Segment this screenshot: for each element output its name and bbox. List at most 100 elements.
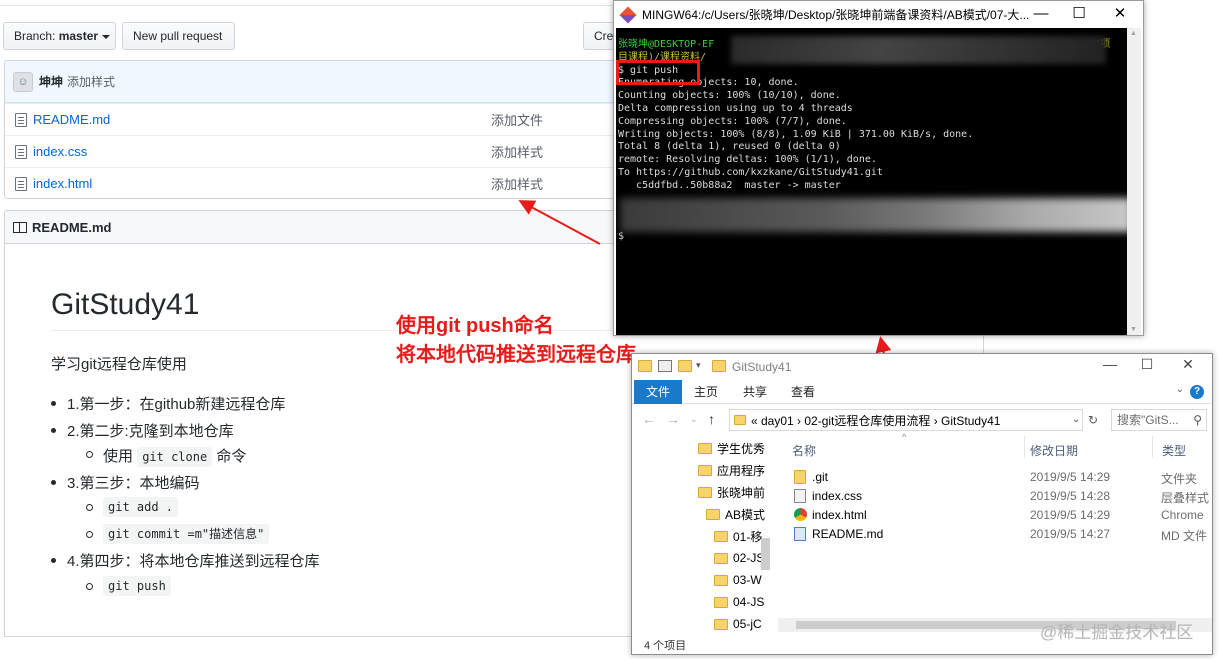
up-arrow-icon[interactable]: ↑: [708, 411, 715, 427]
list-item[interactable]: index.html 2019/9/5 14:29 Chrome: [792, 506, 1212, 525]
chevron-down-icon[interactable]: ⌄: [690, 414, 698, 425]
folder-icon: [714, 618, 728, 630]
column-header-name[interactable]: 名称: [792, 442, 816, 459]
highlight-box: [616, 60, 700, 85]
search-icon[interactable]: ⚲: [1193, 410, 1202, 430]
terminal-scrollbar[interactable]: [1127, 28, 1141, 335]
nav-item-label: 02-JS: [733, 551, 765, 565]
readme-header-label: README.md: [32, 219, 112, 235]
search-placeholder: 搜索"GitS...: [1117, 413, 1179, 427]
new-pull-request-button[interactable]: New pull request: [122, 22, 235, 50]
chrome-icon: [794, 508, 807, 521]
file-name[interactable]: index.css: [33, 144, 87, 159]
file-name[interactable]: README.md: [33, 112, 110, 127]
close-button[interactable]: ✕: [1102, 3, 1138, 25]
folder-icon: [698, 464, 712, 476]
explorer-titlebar[interactable]: ▾ GitStudy41 — ☐ ✕: [632, 354, 1212, 380]
folder-icon: [712, 360, 726, 372]
forward-arrow-icon[interactable]: →: [666, 411, 680, 427]
nav-item[interactable]: 04-JS: [714, 592, 764, 612]
file-date: 2019/9/5 14:28: [1030, 489, 1111, 503]
tab-share[interactable]: 共享: [743, 380, 767, 404]
column-divider[interactable]: [1024, 436, 1025, 458]
create-file-button[interactable]: Crea: [583, 22, 615, 50]
column-header-type[interactable]: 类型: [1162, 442, 1186, 459]
maximize-button[interactable]: ☐: [1131, 356, 1163, 373]
sub-item-text: 命令: [216, 448, 247, 465]
breadcrumb[interactable]: « day01 › 02-git远程仓库使用流程 › GitStudy41: [751, 412, 1000, 429]
chevron-down-icon[interactable]: ▾: [696, 360, 706, 372]
chevron-down-icon[interactable]: ⌄: [1072, 414, 1080, 425]
file-commit-message[interactable]: 添加样式: [491, 174, 543, 193]
nav-item[interactable]: AB模式: [706, 504, 765, 524]
nav-item[interactable]: 张晓坤前: [698, 482, 765, 502]
file-commit-message[interactable]: 添加样式: [491, 142, 543, 161]
inline-code: git add .: [103, 497, 179, 517]
file-name: .git: [812, 470, 829, 484]
terminal-line: $: [618, 230, 625, 242]
nav-item-label: 05-jC: [733, 617, 762, 631]
terminal-line: To https://github.com/kxzkane/GitStudy41…: [618, 166, 883, 178]
md-file-icon: [794, 527, 806, 541]
file-type: MD 文件: [1161, 529, 1207, 543]
watermark: @稀土掘金技术社区: [1040, 623, 1194, 642]
explorer-title: GitStudy41: [732, 360, 792, 374]
search-input[interactable]: 搜索"GitS... ⚲: [1111, 409, 1207, 431]
file-explorer-window: ▾ GitStudy41 — ☐ ✕ 文件 主页 共享 查看 ⌄ ? ← → ⌄…: [631, 353, 1213, 655]
back-arrow-icon[interactable]: ←: [642, 411, 656, 427]
help-icon[interactable]: ?: [1190, 385, 1204, 399]
commit-author[interactable]: 坤坤: [39, 73, 63, 90]
properties-icon[interactable]: [658, 360, 672, 372]
column-header-date[interactable]: 修改日期: [1030, 442, 1078, 459]
commit-message[interactable]: 添加样式: [67, 73, 115, 90]
tab-view[interactable]: 查看: [791, 380, 815, 404]
maximize-button[interactable]: ☐: [1061, 3, 1097, 25]
terminal-line: Compressing objects: 100% (7/7), done.: [618, 115, 847, 127]
nav-item[interactable]: 05-jC: [714, 614, 762, 632]
list-item[interactable]: index.css 2019/9/5 14:28 层叠样式: [792, 487, 1212, 506]
refresh-icon[interactable]: ↻: [1088, 413, 1098, 427]
tab-home[interactable]: 主页: [694, 380, 718, 404]
nav-item[interactable]: 03-W: [714, 570, 762, 590]
sub-list-item: git commit =m"描述信息": [85, 524, 270, 544]
tab-file[interactable]: 文件: [634, 380, 682, 404]
list-item: 3.第三步：本地编码: [51, 472, 200, 493]
status-bar-count: 4 个项目: [644, 640, 687, 652]
avatar[interactable]: ☺: [13, 71, 33, 92]
nav-item[interactable]: 01-移: [714, 526, 762, 546]
file-date: 2019/9/5 14:29: [1030, 470, 1111, 484]
branch-value: master: [58, 29, 99, 43]
folder-icon: [734, 415, 746, 425]
terminal-line: remote: Resolving deltas: 100% (1/1), do…: [618, 154, 877, 166]
terminal-line: c5ddfbd..50b88a2 master -> master: [618, 179, 841, 191]
column-divider[interactable]: [1152, 436, 1153, 458]
minimize-button[interactable]: —: [1094, 356, 1126, 372]
address-bar[interactable]: « day01 › 02-git远程仓库使用流程 › GitStudy41: [729, 409, 1083, 431]
file-name: index.css: [812, 489, 863, 503]
annotation-line-2: 将本地代码推送到远程仓库: [396, 344, 636, 366]
nav-scrollbar-thumb[interactable]: [761, 538, 770, 570]
close-button[interactable]: ✕: [1172, 356, 1204, 373]
minimize-button[interactable]: —: [1023, 3, 1059, 25]
file-icon: [15, 176, 27, 191]
list-item[interactable]: README.md 2019/9/5 14:27 MD 文件: [792, 525, 1212, 544]
git-bash-icon: [619, 6, 637, 23]
redacted-region: [620, 198, 1130, 232]
branch-select-button[interactable]: Branch: master: [3, 22, 116, 50]
terminal-line: Counting objects: 100% (10/10), done.: [618, 90, 841, 102]
list-item[interactable]: .git 2019/9/5 14:29 文件夹: [792, 468, 1212, 487]
inline-code: git clone: [137, 447, 213, 467]
nav-item-label: 01-移: [733, 529, 763, 544]
chevron-down-icon[interactable]: ⌄: [1176, 384, 1184, 395]
nav-item[interactable]: 02-JS: [714, 548, 764, 568]
sub-list-item: 使用 git clone 命令: [85, 445, 247, 467]
book-icon: [13, 221, 27, 233]
redacted-region: [731, 36, 1106, 64]
annotation-text: 使用git push命名 将本地代码推送到远程仓库: [396, 312, 636, 370]
nav-item[interactable]: 学生优秀: [698, 438, 765, 458]
file-commit-message[interactable]: 添加文件: [491, 110, 543, 129]
file-name[interactable]: index.html: [33, 176, 92, 191]
annotation-line-1: 使用git push命名: [396, 315, 554, 337]
nav-item[interactable]: 应用程序: [698, 460, 765, 480]
new-folder-icon[interactable]: [678, 360, 692, 372]
